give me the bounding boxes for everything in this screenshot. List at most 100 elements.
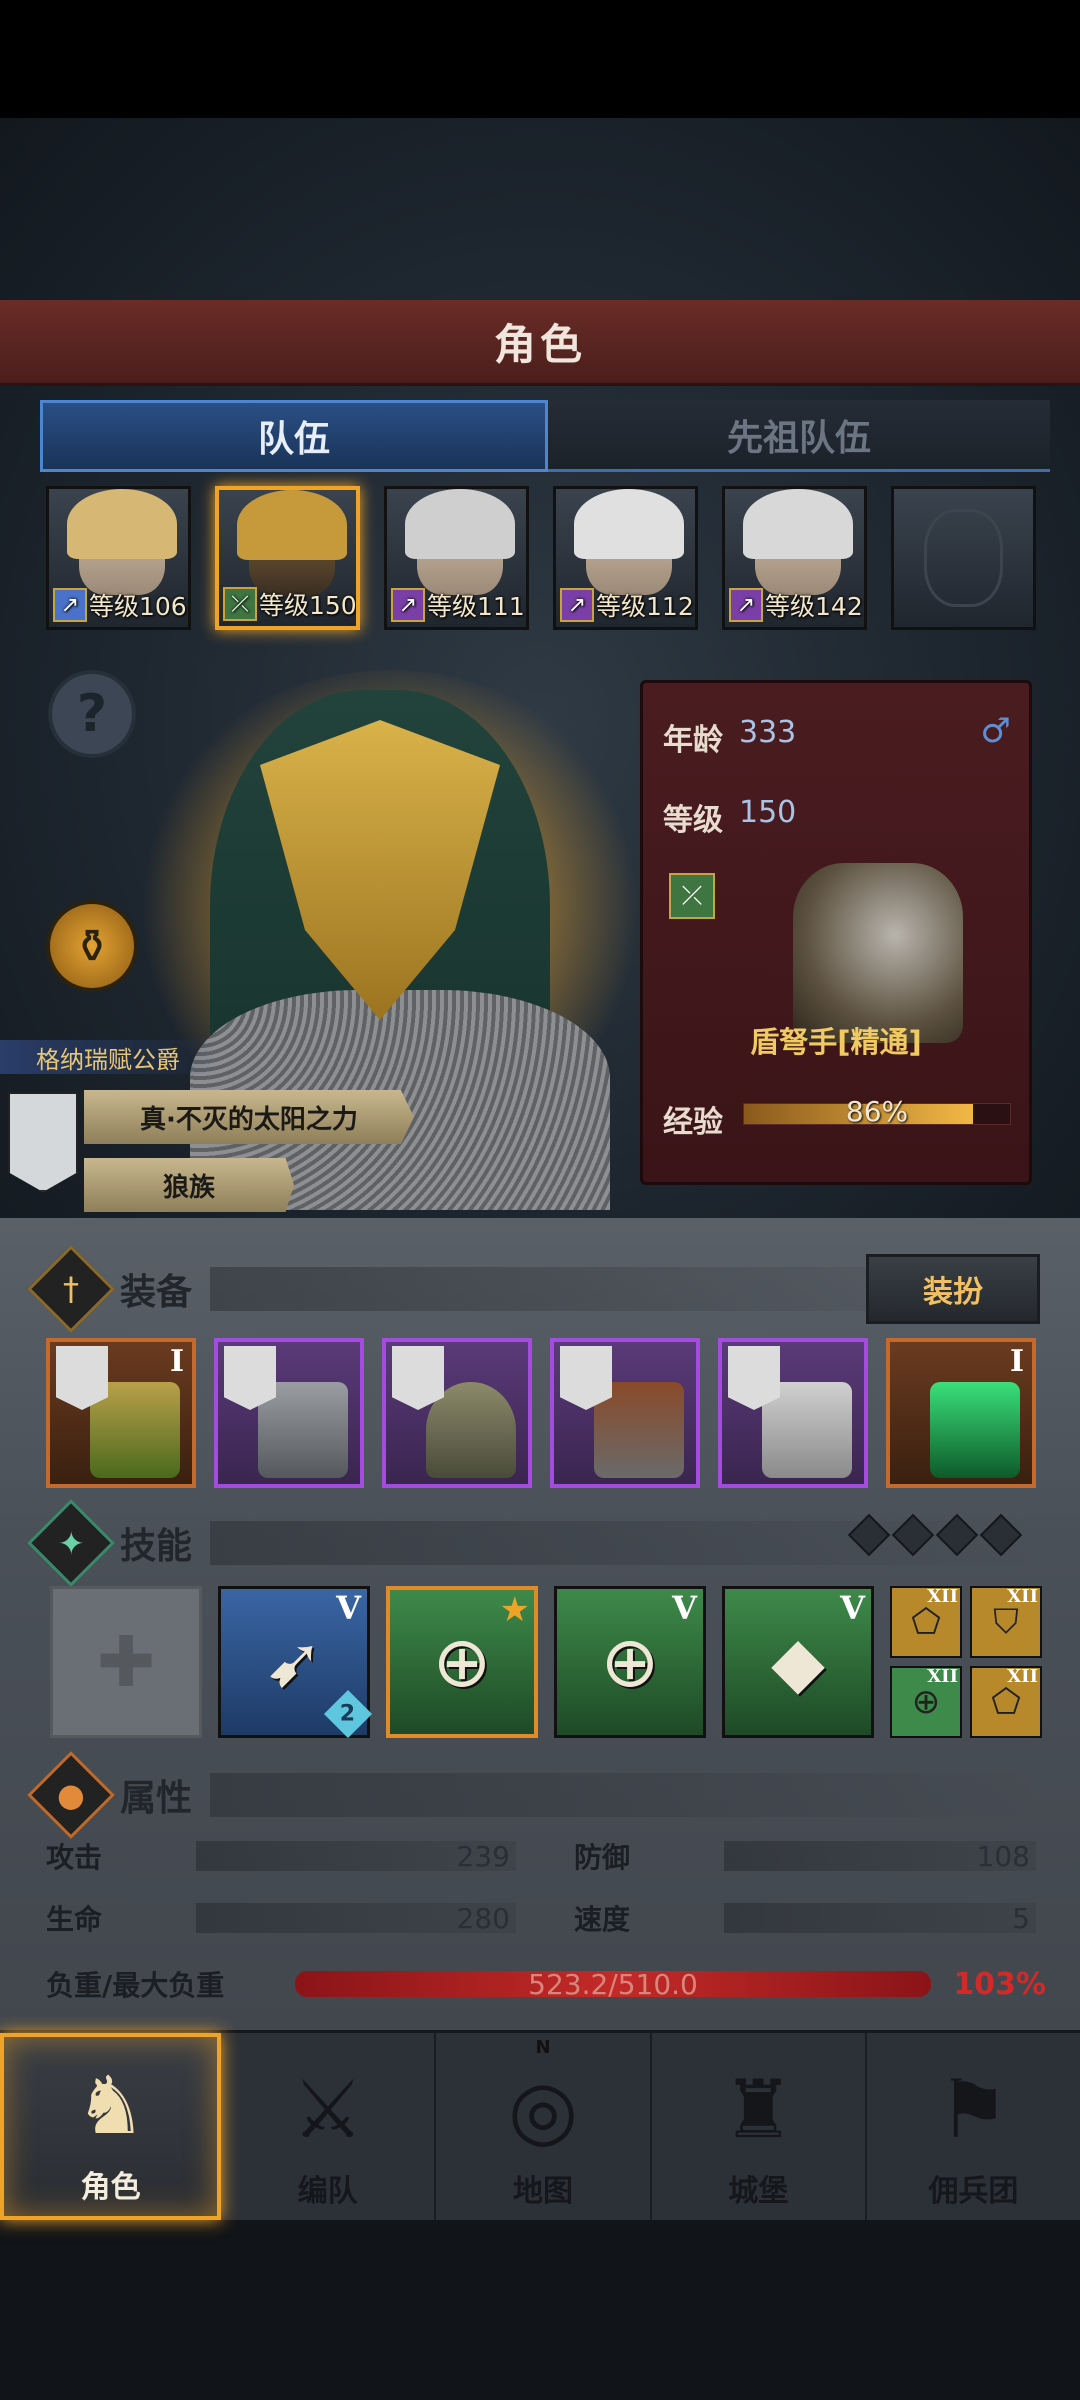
class-name: 盾弩手[精通] [750,1025,922,1059]
skill-rank: V [336,1589,361,1627]
skill-slot-4[interactable]: ◆ V [722,1586,874,1738]
nav-mercenary[interactable]: ⚑ 佣兵团 [867,2033,1080,2220]
member-level: ↗ 等级111 [391,587,525,623]
age-row: 年龄 333 [663,715,796,759]
weight-bar: 523.2/510.0 [294,1968,932,2001]
member-level: ↗ 等级142 [729,587,863,623]
attack-label: 攻击 [46,1841,103,1874]
target-icon: ⊕ [911,1682,941,1722]
member-hair [743,489,854,559]
level-value: 150 [739,795,797,830]
equipment-title: 装备 [120,1272,193,1313]
skill-slot-3[interactable]: ⊕ V [554,1586,706,1738]
hero-trait-1[interactable]: 真·不灭的太阳之力 [84,1090,414,1144]
status-area [0,0,1080,118]
bottom-nav: ♞ 角色 ⚔ 编队 N ◎ 地图 ♜ 城堡 ⚑ 佣兵团 [0,2030,1080,2220]
skill-count-badge: 2 [323,1689,373,1739]
equip-slot-helmet[interactable] [382,1338,532,1488]
nav-castle[interactable]: ♜ 城堡 [652,2033,867,2220]
passive-skill-1[interactable]: ⬠ XII [890,1586,962,1658]
skills-title: 技能 [120,1526,193,1567]
tab-team[interactable]: 队伍 [40,400,548,472]
hp-value: 280 [196,1902,516,1935]
attributes-header: ● 属性 [27,1751,1040,1839]
hero-trait-2[interactable]: 狼族 [84,1158,294,1212]
equip-rank: I [1009,1344,1024,1379]
stat-speed: 速度 5 [574,1900,1036,1936]
skill-slot-empty[interactable]: ✚ [50,1586,202,1738]
passive-skill-4[interactable]: ⬠ XII [970,1666,1042,1738]
member-helmet [237,490,347,560]
skill-slot-2[interactable]: ⊕ ★ [386,1586,538,1738]
exp-percent: 86% [845,1095,909,1128]
equip-slot-shield[interactable] [214,1338,364,1488]
equip-slot-armor[interactable] [550,1338,700,1488]
stat-attack: 攻击 239 [46,1838,516,1874]
shield-icon: ⬠ [991,1682,1021,1722]
star-icon: ✦ [27,1499,115,1587]
dress-up-button[interactable]: 装扮 [866,1254,1040,1324]
team-roster: ↗ 等级106 ⤫ 等级150 ↗ 等级111 ↗ 等级112 ↗ 等级142 [46,486,1037,630]
page-title: 角色 [493,320,586,369]
stat-weight: 负重/最大负重 523.2/510.0 103% [46,1964,1046,2004]
target-icon: ⊕ [600,1621,660,1703]
empty-slot-diamond [847,1513,891,1557]
member-level-label: 等级112 [596,592,694,621]
cross-icon: ✚ [96,1621,156,1703]
class-figure [793,863,963,1043]
shield-icon: ⬠ [911,1602,941,1642]
tab-ancestor-team[interactable]: 先祖队伍 [548,400,1050,472]
equipment-slots: I I [46,1338,1036,1488]
help-icon[interactable]: ? [48,670,136,758]
defense-value: 108 [724,1840,1036,1873]
team-member-3[interactable]: ↗ 等级111 [384,486,530,630]
passive-skill-2[interactable]: ⛉ XII [970,1586,1042,1658]
nav-label: 编队 [297,2174,358,2209]
passive-rank: XII [1007,1586,1038,1607]
member-hair [405,489,516,559]
empty-slot-diamond [979,1513,1023,1557]
nav-map[interactable]: N ◎ 地图 [436,2033,652,2220]
bottom-safe-area [0,2220,1080,2400]
equip-slot-boots[interactable] [718,1338,868,1488]
empty-team-slot[interactable] [891,486,1037,630]
shield-icon: ⛉ [993,1602,1019,1642]
passive-skills: ⬠ XII ⛉ XII ⊕ XII ⬠ XII [890,1586,1042,1738]
equip-slot-accessory[interactable]: I [886,1338,1036,1488]
nav-label: 地图 [513,2174,573,2209]
level-row: 等级 150 [663,795,796,839]
helmet-icon: ⚔ [291,2063,364,2156]
class-icon: ↗ [53,588,87,622]
compass-map-icon: ◎ [508,2063,578,2156]
skill-slot-indicators [847,1513,1023,1557]
team-member-1[interactable]: ↗ 等级106 [46,486,191,630]
target-icon: ⊕ [432,1621,492,1703]
member-level-label: 等级142 [765,592,863,621]
potion-icon[interactable]: ⚱ [46,900,138,992]
castle-icon: ♜ [722,2063,795,2156]
nav-formation[interactable]: ⚔ 编队 [221,2033,437,2220]
equip-slot-weapon[interactable]: I [46,1338,196,1488]
member-level: ↗ 等级112 [560,587,694,623]
team-member-4[interactable]: ↗ 等级112 [553,486,699,630]
nav-character[interactable]: ♞ 角色 [0,2033,222,2220]
weight-label: 负重/最大负重 [46,1969,225,2002]
wolf-banner-icon [8,1092,78,1192]
banner-icon: ⚑ [937,2063,1010,2156]
class-icon: ⤫ [223,587,257,621]
hp-label: 生命 [46,1903,103,1936]
member-hair [67,489,177,559]
member-level-label: 等级111 [427,592,525,621]
skill-slot-1[interactable]: ➹ V 2 [218,1586,373,1739]
team-member-2[interactable]: ⤫ 等级150 [215,486,361,630]
empty-slot-diamond [891,1513,935,1557]
stat-hp: 生命 280 [46,1900,516,1936]
passive-skill-3[interactable]: ⊕ XII [890,1666,962,1738]
section-divider [210,1773,1040,1817]
hero-info-card: 年龄 333 ♂ 等级 150 ⤫ 盾弩手[精通] 经验 86% [640,680,1032,1185]
crossbow-class-icon: ⤫ [669,873,715,919]
class-icon: ↗ [391,588,426,622]
skill-slots: ✚ ➹ V 2 ⊕ ★ ⊕ V ◆ V ⬠ XII ⛉ XII ⊕ XII ⬠ … [50,1586,1042,1739]
team-member-5[interactable]: ↗ 等级142 [722,486,868,630]
nav-label: 角色 [80,2170,141,2205]
